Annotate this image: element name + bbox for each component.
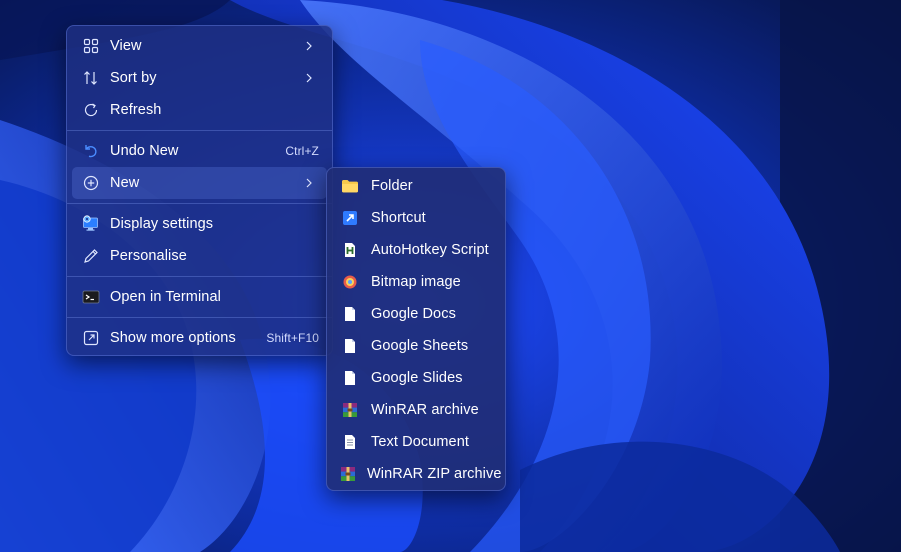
menu-item-label: Personalise bbox=[110, 248, 187, 264]
menu-item-label: Sort by bbox=[110, 70, 157, 86]
menu-separator bbox=[67, 130, 332, 131]
menu-item-refresh[interactable]: Refresh bbox=[72, 94, 327, 126]
new-item-text-document[interactable]: Text Document bbox=[332, 426, 500, 458]
autohotkey-icon bbox=[340, 240, 360, 260]
menu-item-open-in-terminal[interactable]: Open in Terminal bbox=[72, 281, 327, 313]
menu-item-label: Undo New bbox=[110, 143, 179, 159]
menu-item-label: View bbox=[110, 38, 142, 54]
menu-separator bbox=[67, 276, 332, 277]
menu-item-undo-new[interactable]: Undo New Ctrl+Z bbox=[72, 135, 327, 167]
new-item-label: AutoHotkey Script bbox=[371, 242, 489, 258]
new-item-label: Shortcut bbox=[371, 210, 426, 226]
shortcut-text: Ctrl+Z bbox=[285, 144, 319, 158]
pen-icon bbox=[80, 245, 102, 267]
chevron-right-icon bbox=[301, 70, 317, 86]
shortcut-text: Shift+F10 bbox=[266, 331, 319, 345]
new-item-google-sheets[interactable]: Google Sheets bbox=[332, 330, 500, 362]
chevron-right-icon bbox=[301, 175, 317, 191]
new-item-label: Bitmap image bbox=[371, 274, 461, 290]
folder-icon bbox=[340, 176, 360, 196]
new-item-google-slides[interactable]: Google Slides bbox=[332, 362, 500, 394]
menu-item-label: Show more options bbox=[110, 330, 236, 346]
menu-item-label: Display settings bbox=[110, 216, 214, 232]
document-icon bbox=[340, 304, 360, 324]
menu-item-personalise[interactable]: Personalise bbox=[72, 240, 327, 272]
menu-item-label: Refresh bbox=[110, 102, 162, 118]
new-item-label: WinRAR archive bbox=[371, 402, 479, 418]
menu-item-label: New bbox=[110, 175, 140, 191]
menu-item-view[interactable]: View bbox=[72, 30, 327, 62]
new-item-label: Google Sheets bbox=[371, 338, 469, 354]
winrar-icon bbox=[340, 464, 356, 484]
document-icon bbox=[340, 368, 360, 388]
new-item-autohotkey-script[interactable]: AutoHotkey Script bbox=[332, 234, 500, 266]
new-item-label: Google Slides bbox=[371, 370, 463, 386]
open-external-icon bbox=[80, 327, 102, 349]
menu-separator bbox=[67, 317, 332, 318]
document-icon bbox=[340, 336, 360, 356]
refresh-icon bbox=[80, 99, 102, 121]
add-circle-icon bbox=[80, 172, 102, 194]
terminal-icon bbox=[80, 286, 102, 308]
menu-item-show-more-options[interactable]: Show more options Shift+F10 bbox=[72, 322, 327, 354]
menu-item-label: Open in Terminal bbox=[110, 289, 221, 305]
menu-item-new[interactable]: New bbox=[72, 167, 327, 199]
shortcut-icon bbox=[340, 208, 360, 228]
desktop-context-menu: View Sort by Refresh Undo New Ctrl+Z New… bbox=[66, 25, 333, 356]
new-submenu: Folder Shortcut AutoHotkey Script Bitmap… bbox=[326, 167, 506, 491]
text-document-icon bbox=[340, 432, 360, 452]
new-item-bitmap-image[interactable]: Bitmap image bbox=[332, 266, 500, 298]
menu-item-sort-by[interactable]: Sort by bbox=[72, 62, 327, 94]
grid-icon bbox=[80, 35, 102, 57]
menu-separator bbox=[67, 203, 332, 204]
bitmap-icon bbox=[340, 272, 360, 292]
chevron-right-icon bbox=[301, 38, 317, 54]
new-item-label: Google Docs bbox=[371, 306, 456, 322]
sort-icon bbox=[80, 67, 102, 89]
undo-icon bbox=[80, 140, 102, 162]
winrar-icon bbox=[340, 400, 360, 420]
new-item-folder[interactable]: Folder bbox=[332, 170, 500, 202]
new-item-label: Text Document bbox=[371, 434, 470, 450]
new-item-google-docs[interactable]: Google Docs bbox=[332, 298, 500, 330]
new-item-shortcut[interactable]: Shortcut bbox=[332, 202, 500, 234]
new-item-winrar-zip-archive[interactable]: WinRAR ZIP archive bbox=[332, 458, 502, 490]
new-item-winrar-archive[interactable]: WinRAR archive bbox=[332, 394, 500, 426]
display-settings-icon bbox=[80, 213, 102, 235]
menu-item-display-settings[interactable]: Display settings bbox=[72, 208, 327, 240]
new-item-label: Folder bbox=[371, 178, 413, 194]
new-item-label: WinRAR ZIP archive bbox=[367, 466, 502, 482]
